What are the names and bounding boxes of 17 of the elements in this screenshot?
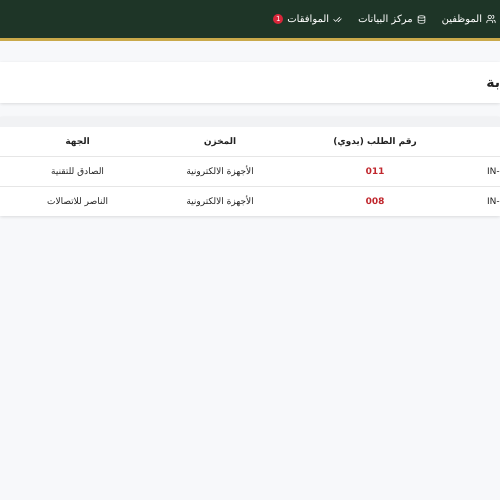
nav-link[interactable]: الموظفين (442, 14, 496, 24)
database-icon (416, 14, 426, 24)
nav-link[interactable]: مركز البيانات (358, 14, 426, 24)
column-header: المخزن (202, 136, 238, 146)
table-cell-text: IN- (486, 166, 500, 176)
table-cell-text: الأجهزة الالكترونية (185, 196, 255, 206)
request-number: 008 (364, 196, 386, 206)
table-cell-text: الصادق للتقنية (50, 166, 105, 176)
table-cell-text: الأجهزة الالكترونية (185, 166, 255, 176)
check-icon (333, 14, 342, 24)
card-title: بة (486, 74, 500, 90)
column-header: رقم الطلب (يدوي) (332, 136, 418, 146)
column-header: الجهة (64, 136, 91, 146)
request-number: 011 (364, 166, 386, 176)
table-cell-text: IN- (486, 196, 500, 206)
table-cell-text: الناصر للاتصالات (46, 196, 109, 206)
users-icon (486, 14, 496, 24)
